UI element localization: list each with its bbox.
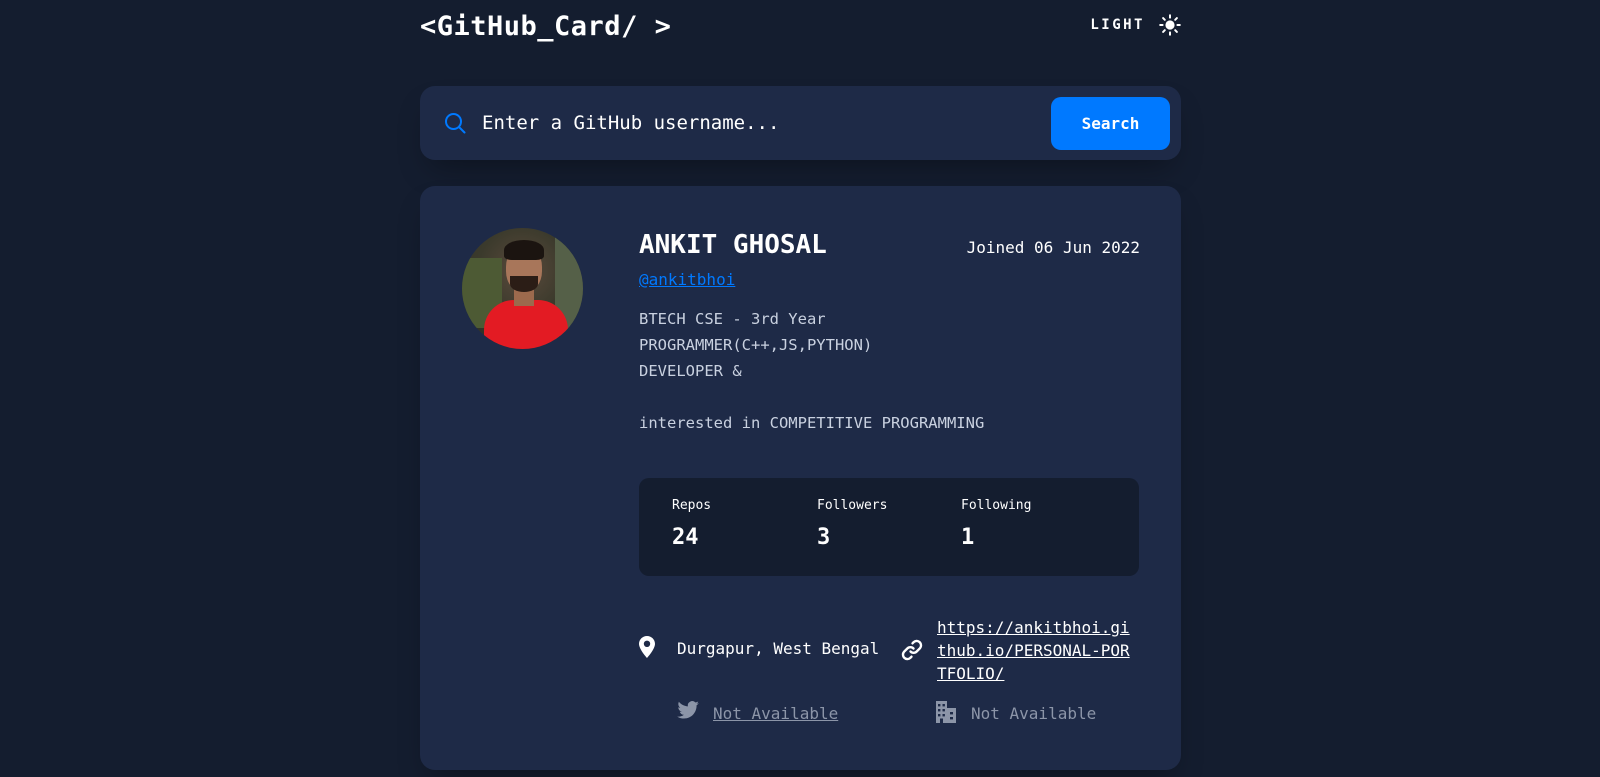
search-button[interactable]: Search — [1051, 97, 1170, 150]
website-item: https://ankitbhoi.github.io/PERSONAL-POR… — [901, 616, 1137, 685]
twitter-item: Not Available — [677, 701, 838, 725]
info-row-social: Not Available Not Available — [639, 701, 1139, 731]
stat-repos-label: Repos — [672, 498, 712, 513]
stat-following-value: 1 — [961, 525, 975, 550]
sun-icon — [1159, 14, 1181, 36]
company-text: Not Available — [971, 703, 1097, 723]
profile-name: ANKIT GHOSAL — [639, 230, 827, 260]
search-input[interactable] — [482, 104, 1022, 142]
stats-panel: Repos 24 Followers 3 Following 1 — [639, 478, 1139, 576]
app-container: <GitHub_Card/ > LIGHT Enter a GitHub use… — [420, 0, 1181, 770]
stat-repos: Repos 24 — [672, 498, 711, 550]
twitter-link[interactable]: Not Available — [713, 704, 838, 723]
app-logo: <GitHub_Card/ > — [420, 11, 672, 42]
profile-login-link[interactable]: @ankitbhoi — [639, 270, 735, 289]
joined-date: Joined 06 Jun 2022 — [966, 238, 1140, 257]
theme-toggle[interactable]: LIGHT — [1090, 14, 1181, 36]
stat-following: Following 1 — [961, 498, 1031, 550]
profile-card: ANKIT GHOSAL Joined 06 Jun 2022 @ankitbh… — [420, 186, 1181, 770]
search-bar: Search — [420, 86, 1181, 160]
location-text: Durgapur, West Bengal — [677, 638, 880, 658]
stat-followers-label: Followers — [817, 498, 888, 513]
theme-toggle-label: LIGHT — [1090, 17, 1145, 33]
header: <GitHub_Card/ > LIGHT — [420, 0, 1181, 60]
website-link[interactable]: https://ankitbhoi.github.io/PERSONAL-POR… — [937, 616, 1137, 685]
location-item: Durgapur, West Bengal — [639, 636, 879, 660]
twitter-icon — [677, 701, 701, 725]
stat-followers: Followers 3 — [817, 498, 887, 550]
location-pin-icon — [639, 636, 663, 660]
company-item: Not Available — [935, 701, 1096, 725]
stat-following-label: Following — [961, 498, 1032, 513]
link-icon — [901, 639, 925, 663]
info-row-links: Durgapur, West Bengal https://ankitbhoi.… — [639, 616, 1139, 688]
search-icon — [444, 112, 466, 138]
profile-bio: BTECH CSE - 3rd Year PROGRAMMER(C++,JS,P… — [639, 310, 985, 432]
building-icon — [935, 701, 959, 725]
stat-followers-value: 3 — [817, 525, 831, 550]
avatar — [462, 228, 583, 349]
stat-repos-value: 24 — [672, 525, 699, 550]
